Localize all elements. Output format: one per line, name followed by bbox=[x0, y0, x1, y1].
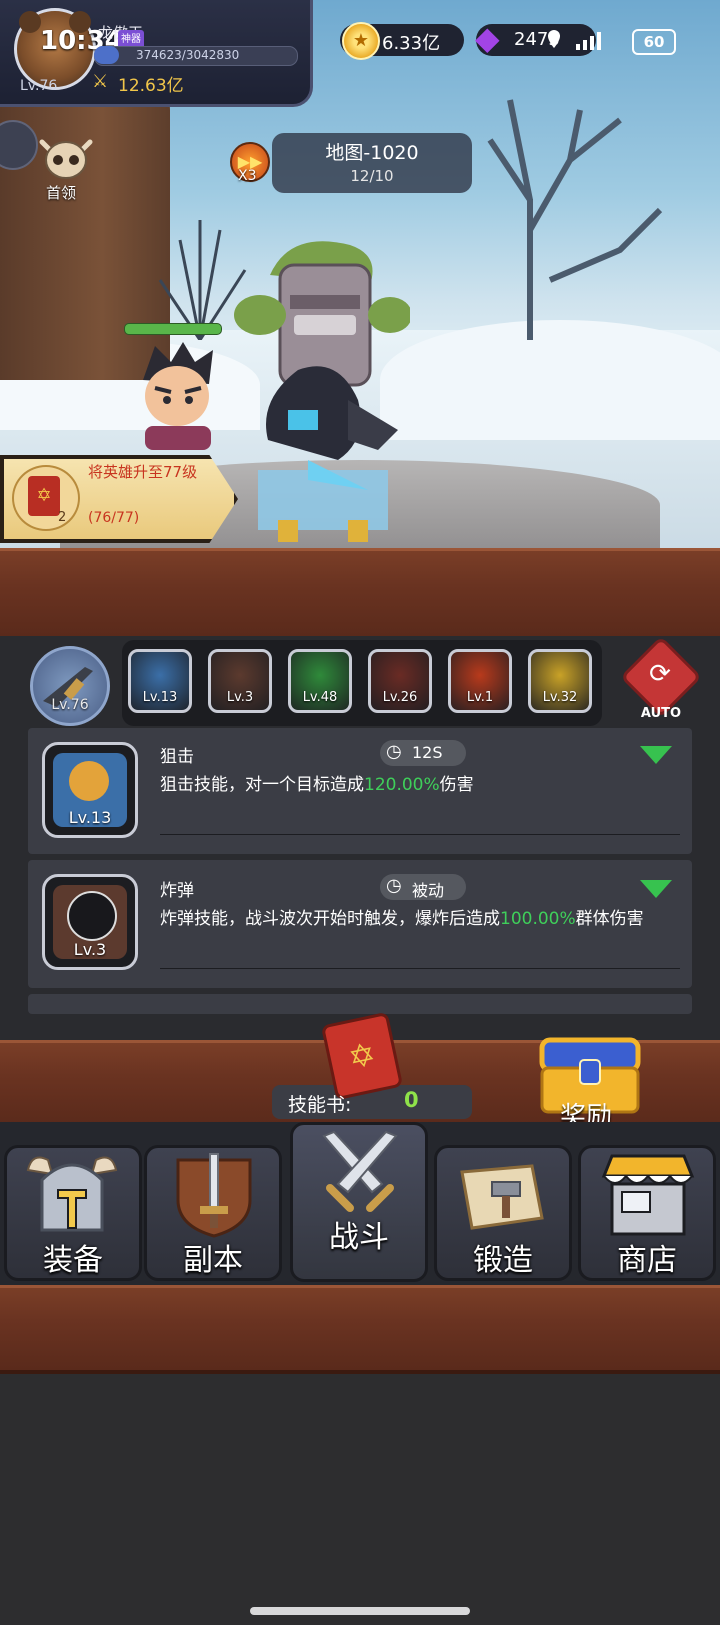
expand-arrow-icon[interactable] bbox=[640, 880, 672, 898]
speed-label: X3 bbox=[238, 168, 257, 184]
signal-bar-1 bbox=[576, 44, 580, 50]
location-icon bbox=[548, 30, 560, 48]
desc-text: 群体伤害 bbox=[575, 909, 644, 929]
desc-highlight: 120.00% bbox=[364, 775, 440, 795]
skill-cooldown: 被动 bbox=[412, 881, 445, 900]
hero-hp-bar bbox=[124, 323, 222, 335]
skill-slot-level: Lv.32 bbox=[542, 690, 578, 705]
desc-highlight: 100.00% bbox=[500, 909, 576, 929]
skill-cooldown: 12S bbox=[412, 743, 443, 762]
auto-label: AUTO bbox=[640, 706, 682, 721]
skill-slot-level: Lv.1 bbox=[466, 690, 494, 705]
exp-text: 374623/3042830 bbox=[136, 48, 240, 62]
nav-label-dungeon: 副本 bbox=[183, 1243, 243, 1278]
refresh-icon: ⟳ bbox=[649, 659, 671, 689]
boss-label: 首领 bbox=[46, 184, 77, 202]
helmet-icon bbox=[26, 1156, 118, 1232]
nav-label-shop: 商店 bbox=[617, 1243, 677, 1278]
shop-icon bbox=[601, 1154, 695, 1236]
divider bbox=[160, 968, 680, 969]
signal-bar-2 bbox=[583, 40, 587, 50]
skill-book-count: 0 bbox=[404, 1088, 419, 1112]
divider bbox=[160, 834, 680, 835]
desc-text: 伤害 bbox=[439, 775, 474, 795]
signal-bar-3 bbox=[590, 36, 594, 50]
skill-slot-level: Lv.13 bbox=[142, 690, 178, 705]
clock-icon: ◷ bbox=[386, 741, 402, 762]
weapon-slot[interactable] bbox=[30, 646, 110, 726]
quest-reward-count: 2 bbox=[58, 510, 67, 525]
clock-icon: ◷ bbox=[386, 875, 402, 896]
gold-coin-icon: ★ bbox=[342, 22, 380, 60]
bare-tree bbox=[487, 99, 663, 340]
skill-book-label: 技能书: bbox=[288, 1094, 352, 1116]
skill-description: 炸弹技能，战斗波次开始时触发，爆炸后造成100.00%群体伤害 bbox=[160, 906, 670, 932]
avatar-ear-left bbox=[19, 11, 41, 33]
home-indicator[interactable] bbox=[250, 1607, 470, 1615]
skill-slot-level: Lv.48 bbox=[302, 690, 338, 705]
quest-title: 将英雄升至77级 bbox=[88, 463, 198, 481]
skill-slot-level: Lv.3 bbox=[226, 690, 254, 705]
desc-text: 狙击技能，对一个目标造成 bbox=[160, 775, 364, 795]
signal-icons bbox=[548, 30, 601, 50]
skill-slot-level: Lv.26 bbox=[382, 690, 418, 705]
nav-label-equipment: 装备 bbox=[43, 1243, 103, 1278]
map-progress: 12/10 bbox=[350, 167, 394, 185]
crossed-swords-icon bbox=[322, 1130, 398, 1212]
desc-text: 炸弹技能，战斗波次开始时触发，爆炸后造成 bbox=[160, 909, 500, 929]
quest-progress: (76/77) bbox=[88, 510, 140, 526]
target-icon bbox=[69, 761, 109, 801]
skill-card-level: Lv.3 bbox=[73, 940, 107, 959]
battery-icon: 60 bbox=[632, 29, 676, 55]
skill-name: 狙击 bbox=[160, 747, 194, 767]
wood-divider bbox=[0, 1285, 720, 1374]
nav-label-battle: 战斗 bbox=[329, 1220, 389, 1255]
skill-description: 狙击技能，对一个目标造成120.00%伤害 bbox=[160, 772, 670, 798]
combat-power: 12.63亿 bbox=[118, 76, 184, 96]
crossed-swords-icon: ⚔ bbox=[92, 71, 109, 92]
weapon-level: Lv.76 bbox=[51, 697, 89, 713]
skull-icon[interactable] bbox=[36, 136, 96, 182]
nav-label-forge: 锻造 bbox=[473, 1243, 533, 1278]
signal-bar-4 bbox=[597, 32, 601, 50]
scroll-hammer-icon bbox=[460, 1164, 544, 1230]
player-level: Lv.76 bbox=[20, 78, 58, 94]
skill-card-partial[interactable] bbox=[28, 994, 692, 1014]
gold-value: 6.33亿 bbox=[382, 33, 441, 54]
wood-divider bbox=[0, 548, 720, 641]
bomb-icon bbox=[67, 891, 117, 941]
star-book-icon: ✡ bbox=[28, 476, 60, 516]
sword-shield-icon bbox=[176, 1153, 252, 1238]
knight-monster bbox=[258, 366, 398, 542]
gem-icon: ◆ bbox=[475, 19, 500, 57]
skill-name: 炸弹 bbox=[160, 881, 194, 901]
skill-card-level: Lv.13 bbox=[68, 808, 112, 827]
hero-character bbox=[143, 342, 213, 450]
exp-bar-fill bbox=[94, 46, 119, 64]
map-name: 地图-1020 bbox=[325, 142, 419, 164]
expand-arrow-icon[interactable] bbox=[640, 746, 672, 764]
